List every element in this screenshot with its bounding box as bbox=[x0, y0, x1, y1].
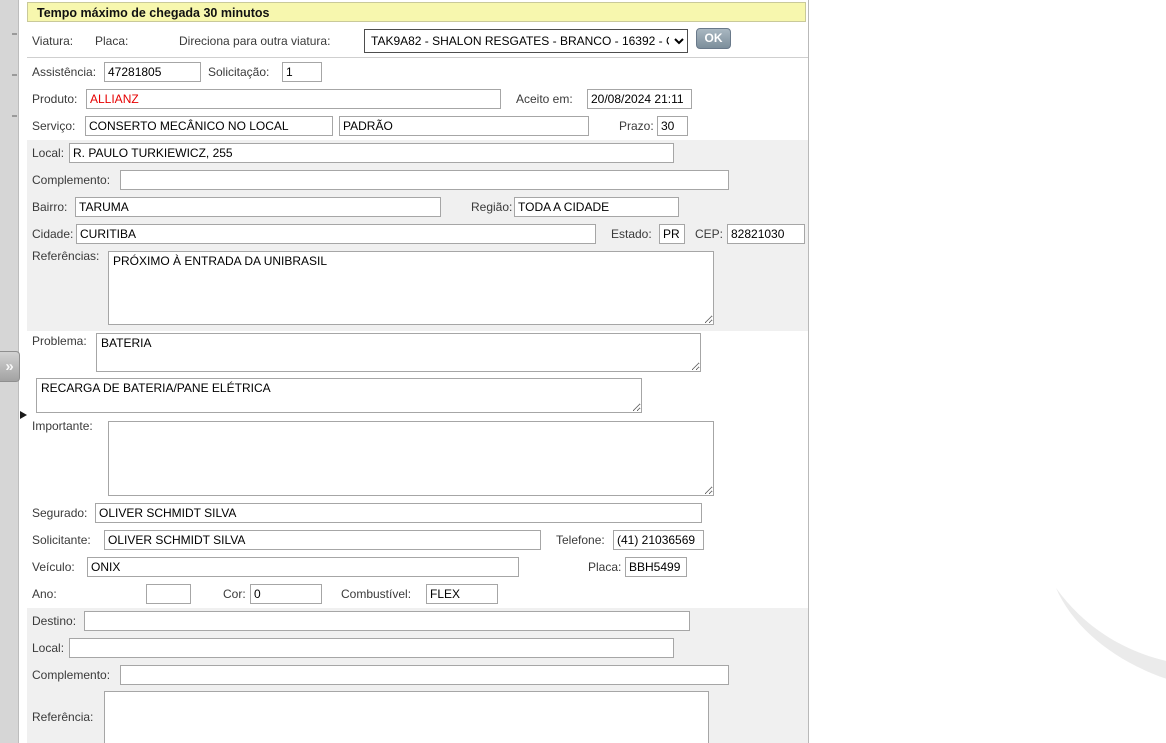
destino-label: Destino: bbox=[32, 614, 77, 628]
placa-label: Placa: bbox=[95, 34, 129, 48]
collapse-arrow-icon[interactable] bbox=[20, 411, 27, 419]
assistencia-label: Assistência: bbox=[32, 65, 97, 79]
prazo-field[interactable] bbox=[657, 116, 688, 136]
servico-label: Serviço: bbox=[32, 119, 76, 133]
complemento-destino-field[interactable] bbox=[120, 665, 729, 685]
bairro-field[interactable] bbox=[75, 197, 441, 217]
strip-tick bbox=[12, 74, 17, 76]
solicitante-field[interactable] bbox=[104, 530, 541, 550]
direciona-label: Direciona para outra viatura: bbox=[179, 34, 331, 48]
importante-textarea[interactable] bbox=[108, 421, 714, 496]
destino-field[interactable] bbox=[84, 611, 690, 631]
segurado-label: Segurado: bbox=[32, 506, 88, 520]
telefone-field[interactable] bbox=[613, 530, 704, 550]
bairro-label: Bairro: bbox=[32, 200, 68, 214]
chevron-double-right-icon: » bbox=[5, 358, 14, 375]
cor-field[interactable] bbox=[250, 584, 322, 604]
regiao-label: Região: bbox=[471, 200, 513, 214]
expand-panel-button[interactable]: » bbox=[0, 351, 20, 382]
app-window: » Tempo máximo de chegada 30 minutos Via… bbox=[0, 0, 1166, 743]
solicitacao-field[interactable] bbox=[282, 62, 322, 82]
cidade-field[interactable] bbox=[76, 224, 596, 244]
veiculo-label: Veículo: bbox=[32, 560, 75, 574]
telefone-label: Telefone: bbox=[556, 533, 605, 547]
aceito-em-field[interactable] bbox=[587, 89, 692, 109]
produto-field[interactable] bbox=[86, 89, 501, 109]
regiao-field[interactable] bbox=[514, 197, 679, 217]
servico-field[interactable] bbox=[85, 116, 333, 136]
solicitante-label: Solicitante: bbox=[32, 533, 91, 547]
estado-field[interactable] bbox=[659, 224, 685, 244]
referencia-destino-textarea[interactable] bbox=[104, 691, 709, 743]
referencias-textarea[interactable]: PRÓXIMO À ENTRADA DA UNIBRASIL bbox=[108, 251, 714, 325]
placa-veiculo-label: Placa: bbox=[588, 560, 622, 574]
aceito-em-label: Aceito em: bbox=[516, 92, 573, 106]
solicitacao-label: Solicitação: bbox=[208, 65, 270, 79]
service-order-form: Tempo máximo de chegada 30 minutos Viatu… bbox=[27, 0, 809, 743]
combustivel-label: Combustível: bbox=[341, 587, 412, 601]
complemento-destino-label: Complemento: bbox=[32, 668, 111, 682]
complemento-label: Complemento: bbox=[32, 173, 111, 187]
assistencia-field[interactable] bbox=[104, 62, 201, 82]
local-destino-label: Local: bbox=[32, 641, 65, 655]
local-label: Local: bbox=[32, 146, 65, 160]
problema-textarea[interactable]: BATERIA bbox=[96, 333, 701, 372]
cep-field[interactable] bbox=[727, 224, 805, 244]
local-field[interactable] bbox=[69, 143, 674, 163]
vehicle-select[interactable]: TAK9A82 - SHALON RESGATES - BRANCO - 163… bbox=[364, 29, 688, 53]
prazo-label: Prazo: bbox=[619, 119, 654, 133]
ok-button[interactable]: OK bbox=[696, 28, 731, 49]
veiculo-field[interactable] bbox=[87, 557, 519, 577]
cor-label: Cor: bbox=[223, 587, 246, 601]
referencia-destino-label: Referência: bbox=[32, 710, 94, 724]
complemento-field[interactable] bbox=[120, 170, 729, 190]
strip-tick bbox=[12, 33, 17, 35]
local-destino-field[interactable] bbox=[69, 638, 674, 658]
estado-label: Estado: bbox=[611, 227, 652, 241]
page-title: Tempo máximo de chegada 30 minutos bbox=[27, 2, 806, 22]
produto-label: Produto: bbox=[32, 92, 78, 106]
segurado-field[interactable] bbox=[95, 503, 702, 523]
cep-label: CEP: bbox=[695, 227, 724, 241]
row-divider bbox=[27, 57, 808, 58]
problema-label: Problema: bbox=[32, 334, 87, 348]
cidade-label: Cidade: bbox=[32, 227, 74, 241]
strip-tick bbox=[12, 115, 17, 117]
ano-label: Ano: bbox=[32, 587, 57, 601]
placa-veiculo-field[interactable] bbox=[625, 557, 687, 577]
referencias-label: Referências: bbox=[32, 249, 100, 263]
ano-field[interactable] bbox=[146, 584, 191, 604]
watermark-swoosh bbox=[1056, 588, 1166, 679]
problema-detalhe-textarea[interactable]: RECARGA DE BATERIA/PANE ELÉTRICA bbox=[36, 378, 642, 413]
importante-label: Importante: bbox=[32, 419, 93, 433]
viatura-label: Viatura: bbox=[32, 34, 74, 48]
servico-tipo-field[interactable] bbox=[339, 116, 589, 136]
combustivel-field[interactable] bbox=[426, 584, 498, 604]
